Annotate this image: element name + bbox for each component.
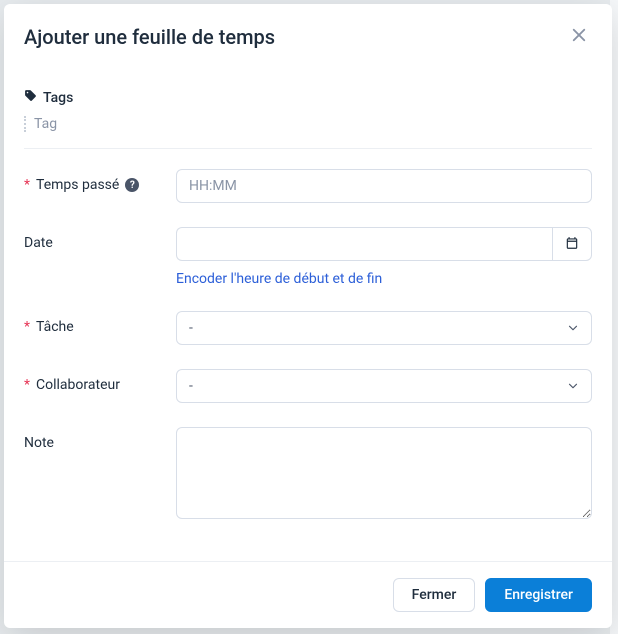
label-date: Date	[24, 227, 176, 251]
required-star: *	[24, 377, 30, 393]
modal-footer: Fermer Enregistrer	[4, 561, 612, 628]
label-date-text: Date	[24, 235, 53, 251]
tag-placeholder: Tag	[34, 116, 57, 132]
label-collaborator: * Collaborateur	[24, 369, 176, 393]
calendar-icon	[565, 236, 579, 253]
row-date: Date Encoder l'heure de début et de fin	[24, 227, 592, 287]
close-button[interactable]	[566, 22, 592, 51]
label-time-spent: * Temps passé ?	[24, 169, 176, 193]
save-button[interactable]: Enregistrer	[485, 578, 592, 612]
modal-title: Ajouter une feuille de temps	[24, 25, 275, 49]
time-spent-input[interactable]	[176, 169, 592, 203]
timesheet-modal: Ajouter une feuille de temps Tags Tag	[4, 4, 612, 628]
date-input-group	[176, 227, 592, 261]
row-note: Note	[24, 427, 592, 523]
close-footer-button[interactable]: Fermer	[393, 578, 476, 612]
tag-input[interactable]: Tag	[24, 116, 592, 132]
row-task: * Tâche -	[24, 311, 592, 345]
control-date: Encoder l'heure de début et de fin	[176, 227, 592, 287]
control-task: -	[176, 311, 592, 345]
help-icon[interactable]: ?	[125, 178, 139, 192]
control-collaborator: -	[176, 369, 592, 403]
note-textarea[interactable]	[176, 427, 592, 519]
label-note-text: Note	[24, 435, 54, 451]
control-note	[176, 427, 592, 523]
date-picker-button[interactable]	[552, 227, 592, 261]
date-input[interactable]	[176, 227, 552, 261]
modal-header: Ajouter une feuille de temps	[4, 4, 612, 67]
control-time-spent	[176, 169, 592, 203]
label-collaborator-text: Collaborateur	[36, 377, 120, 393]
tags-label-row: Tags	[24, 89, 592, 106]
required-star: *	[24, 177, 30, 193]
label-task: * Tâche	[24, 311, 176, 335]
task-select[interactable]: -	[176, 311, 592, 345]
label-task-text: Tâche	[36, 319, 74, 335]
row-collaborator: * Collaborateur -	[24, 369, 592, 403]
label-note: Note	[24, 427, 176, 451]
label-time-spent-text: Temps passé	[36, 177, 119, 193]
collaborator-select[interactable]: -	[176, 369, 592, 403]
row-time-spent: * Temps passé ?	[24, 169, 592, 203]
tag-icon	[24, 89, 37, 106]
required-star: *	[24, 319, 30, 335]
tags-section: Tags Tag	[24, 89, 592, 149]
modal-body: Tags Tag * Temps passé ? Date	[4, 67, 612, 561]
close-icon	[570, 26, 588, 47]
encode-time-link[interactable]: Encoder l'heure de début et de fin	[176, 271, 382, 287]
tags-label: Tags	[43, 90, 73, 106]
